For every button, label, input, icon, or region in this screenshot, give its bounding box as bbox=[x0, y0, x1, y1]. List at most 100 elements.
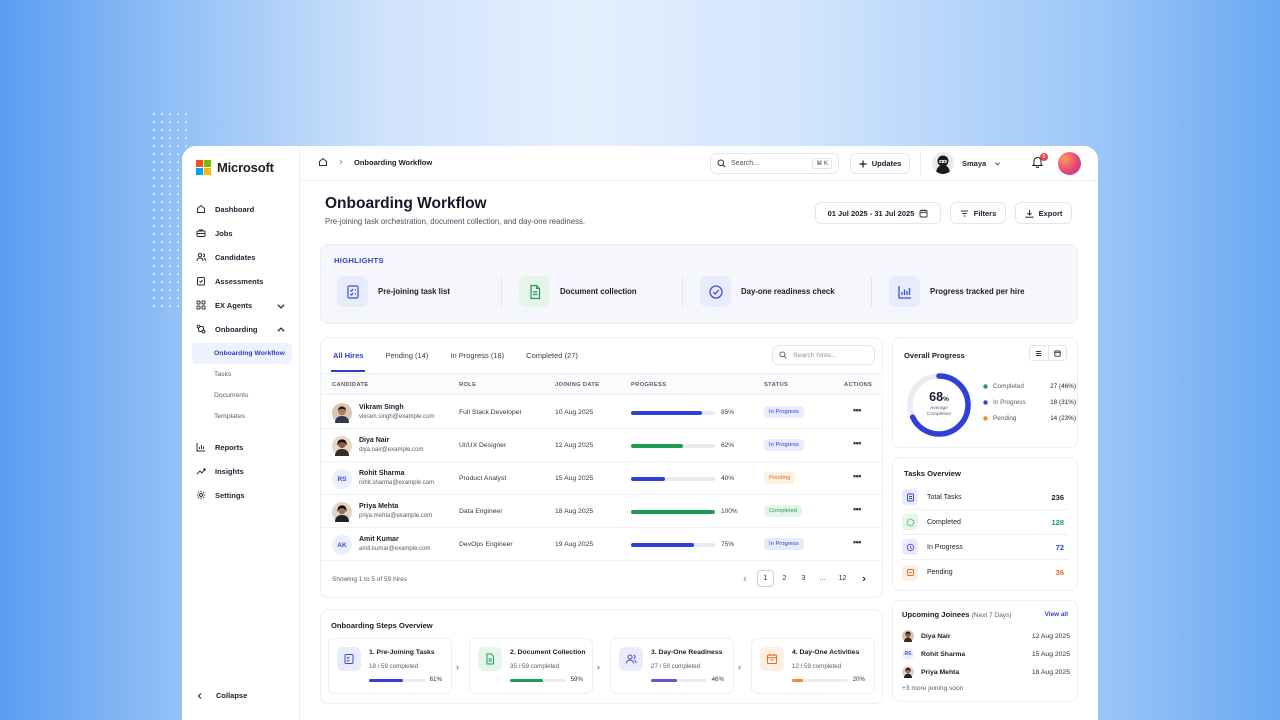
row-actions-menu[interactable]: ••• bbox=[853, 471, 861, 481]
view-all-link[interactable]: View all bbox=[1045, 611, 1068, 618]
global-search-input[interactable]: Search... ⌘ K bbox=[710, 153, 839, 174]
chevron-down-icon bbox=[995, 161, 1001, 165]
table-row[interactable]: Priya Mehta priya.mehta@example.com Data… bbox=[321, 495, 883, 528]
table-row[interactable]: Vikram Singh vikram.singh@example.com Fu… bbox=[321, 396, 883, 429]
row-actions-menu[interactable]: ••• bbox=[853, 438, 861, 448]
column-header[interactable]: STATUS bbox=[764, 382, 788, 388]
task-completed[interactable]: Completed 128 bbox=[902, 510, 1068, 535]
progress-percent: 100% bbox=[721, 508, 738, 515]
collapse-button[interactable]: Collapse bbox=[196, 691, 247, 700]
profile-avatar[interactable] bbox=[1058, 152, 1081, 175]
table-row[interactable]: Diya Nair diya.nair@example.com UI/UX De… bbox=[321, 429, 883, 462]
step-card[interactable]: 3. Day-One Readiness 27 / 59 completed 4… bbox=[610, 638, 734, 694]
sidebar-item-label: Onboarding bbox=[215, 324, 258, 334]
clipboard-icon bbox=[902, 489, 918, 505]
column-header[interactable]: PROGRESS bbox=[631, 382, 666, 388]
hires-tabs: All Hires Pending (14) In Progress (18) … bbox=[330, 338, 600, 372]
sidebar-subitem-templates[interactable]: Templates bbox=[192, 406, 296, 427]
sidebar-item-label: Insights bbox=[215, 466, 244, 476]
candidate-role: UI/UX Designer bbox=[459, 442, 507, 449]
brand-name: Microsoft bbox=[217, 160, 274, 175]
joinee-item[interactable]: Priya Mehta 18 Aug 2025 bbox=[902, 665, 1070, 679]
pagination-prev[interactable] bbox=[736, 570, 753, 587]
more-joinees[interactable]: +3 more joining soon bbox=[902, 685, 963, 692]
tasks-overview-title: Tasks Overview bbox=[904, 469, 961, 478]
home-icon[interactable] bbox=[318, 157, 328, 167]
table-row[interactable]: AK Amit Kumar amit.kumar@example.com DevO… bbox=[321, 528, 883, 561]
sidebar-item-dashboard[interactable]: Dashboard bbox=[192, 197, 296, 221]
column-header[interactable]: ROLE bbox=[459, 382, 476, 388]
page-1[interactable]: 1 bbox=[757, 570, 774, 587]
row-actions-menu[interactable]: ••• bbox=[853, 537, 861, 547]
calendar-icon bbox=[919, 209, 928, 217]
sidebar-item-candidates[interactable]: Candidates bbox=[192, 245, 296, 269]
tab-completed[interactable]: Completed (27) bbox=[526, 338, 578, 372]
users-icon bbox=[196, 253, 206, 262]
candidate-email: amit.kumar@example.com bbox=[359, 546, 431, 552]
export-button[interactable]: Export bbox=[1015, 202, 1072, 224]
column-header[interactable]: ACTIONS bbox=[844, 382, 872, 388]
sidebar-item-jobs[interactable]: Jobs bbox=[192, 221, 296, 245]
progress-percent: 40% bbox=[721, 475, 735, 482]
sidebar-subitem-tasks[interactable]: Tasks bbox=[192, 364, 296, 385]
step-card[interactable]: 1. Pre-Joining Tasks 18 / 59 completed 6… bbox=[328, 638, 452, 694]
chevron-right-icon bbox=[339, 159, 343, 165]
candidate-role: DevOps Engineer bbox=[459, 541, 513, 548]
candidate-name: Diya Nair bbox=[359, 437, 390, 444]
step-card[interactable]: 2. Document Collection 35 / 59 completed… bbox=[469, 638, 593, 694]
row-actions-menu[interactable]: ••• bbox=[853, 405, 861, 415]
updates-button[interactable]: Updates bbox=[850, 153, 910, 174]
tab-all-hires[interactable]: All Hires bbox=[330, 338, 366, 372]
progress-donut bbox=[907, 373, 971, 437]
column-header[interactable]: CANDIDATE bbox=[332, 382, 368, 388]
candidate-avatar: AK bbox=[332, 535, 352, 555]
column-header[interactable]: JOINING DATE bbox=[555, 382, 599, 388]
filters-button[interactable]: Filters bbox=[950, 202, 1006, 224]
hires-search-input[interactable]: Search hires... bbox=[772, 345, 875, 365]
page-2[interactable]: 2 bbox=[776, 570, 793, 587]
upcoming-joinees-title: Upcoming Joinees (Next 7 Days) bbox=[902, 610, 1011, 619]
joinee-item[interactable]: Diya Nair 12 Aug 2025 bbox=[902, 629, 1070, 643]
task-in-progress[interactable]: In Progress 72 bbox=[902, 535, 1068, 560]
sidebar-item-assessments[interactable]: Assessments bbox=[192, 269, 296, 293]
view-toggle bbox=[1029, 345, 1067, 361]
row-actions-menu[interactable]: ••• bbox=[853, 504, 861, 514]
sidebar-item-ex-agents[interactable]: EX Agents bbox=[192, 293, 296, 317]
tab-in-progress[interactable]: In Progress (18) bbox=[450, 338, 504, 372]
candidate-avatar bbox=[332, 403, 352, 423]
sidebar-item-settings[interactable]: Settings bbox=[192, 483, 296, 507]
highlight-label: Document collection bbox=[560, 287, 637, 296]
page-ellipsis: ... bbox=[819, 575, 826, 582]
bar-chart-icon bbox=[196, 443, 205, 452]
check-circle-icon bbox=[700, 276, 731, 307]
sidebar-item-onboarding[interactable]: Onboarding bbox=[192, 317, 296, 341]
page-3[interactable]: 3 bbox=[795, 570, 812, 587]
sidebar-subitem-onboarding-workflow[interactable]: Onboarding Workflow bbox=[192, 343, 292, 364]
notification-badge: 6 bbox=[1040, 153, 1048, 161]
brand-logo[interactable]: Microsoft bbox=[196, 160, 274, 175]
calendar-view-icon[interactable] bbox=[1049, 346, 1067, 360]
pagination-next[interactable] bbox=[855, 570, 872, 587]
table-row[interactable]: RS Rohit Sharma rohit.sharma@example.com … bbox=[321, 462, 883, 495]
donut-percent: 68 bbox=[929, 390, 944, 404]
joinee-item[interactable]: RS Rohit Sharma 15 Aug 2025 bbox=[902, 647, 1070, 661]
joinee-name: Diya Nair bbox=[921, 632, 951, 640]
task-pending[interactable]: Pending 36 bbox=[902, 560, 1068, 585]
date-range-picker[interactable]: 01 Jul 2025 - 31 Jul 2025 bbox=[815, 202, 941, 224]
candidate-role: Full Stack Developer bbox=[459, 409, 522, 416]
list-view-icon[interactable] bbox=[1030, 346, 1049, 360]
step-card[interactable]: 4. Day-One Activities 12 / 59 completed … bbox=[751, 638, 875, 694]
chevron-right-icon bbox=[862, 576, 866, 581]
progress-percent: 75% bbox=[721, 541, 735, 548]
page-12[interactable]: 12 bbox=[834, 570, 851, 587]
user-menu[interactable]: Smaya bbox=[932, 152, 1001, 174]
users-icon bbox=[619, 647, 643, 671]
sidebar-subitem-documents[interactable]: Documents bbox=[192, 385, 296, 406]
sidebar-item-insights[interactable]: Insights bbox=[192, 459, 296, 483]
step-progress-bar bbox=[651, 679, 707, 682]
tab-pending[interactable]: Pending (14) bbox=[385, 338, 428, 372]
sidebar-item-reports[interactable]: Reports bbox=[192, 435, 296, 459]
task-total[interactable]: Total Tasks 236 bbox=[902, 485, 1068, 510]
candidate-name: Rohit Sharma bbox=[359, 470, 405, 477]
candidate-avatar bbox=[332, 502, 352, 522]
